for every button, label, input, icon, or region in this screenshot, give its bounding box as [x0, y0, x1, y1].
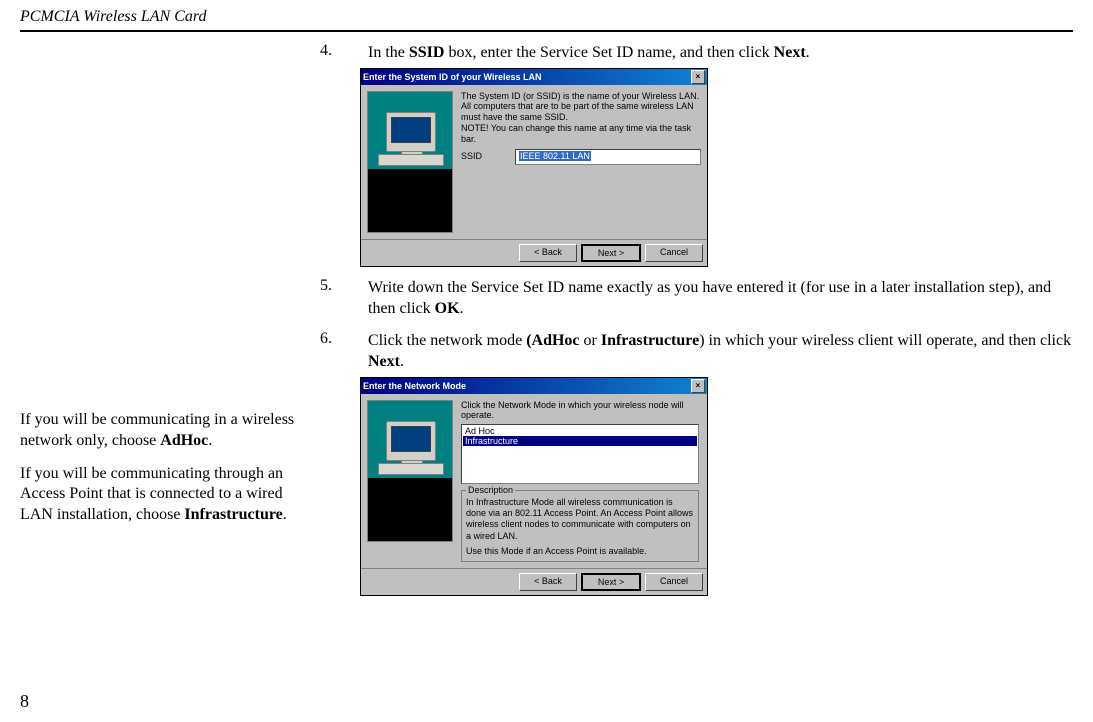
ssid-row: SSID IEEE 802.11 LAN: [461, 149, 701, 165]
dialog-footer: < Back Next > Cancel: [361, 568, 707, 595]
dialog-text: Click the Network Mode in which your wir…: [461, 400, 699, 420]
dialog-right: Click the Network Mode in which your wir…: [461, 400, 701, 562]
base-icon: [378, 463, 444, 475]
ssid-label: SSID: [461, 151, 515, 162]
description-label: Description: [466, 485, 515, 496]
step-6: 6. Click the network mode (AdHoc or Infr…: [320, 330, 1073, 373]
step-5: 5. Write down the Service Set ID name ex…: [320, 277, 1073, 320]
titlebar: Enter the Network Mode ×: [361, 378, 707, 394]
cancel-button[interactable]: Cancel: [645, 573, 703, 591]
dialog-title: Enter the System ID of your Wireless LAN: [363, 72, 691, 82]
dialog-footer: < Back Next > Cancel: [361, 239, 707, 266]
back-button[interactable]: < Back: [519, 573, 577, 591]
dialog-right: The System ID (or SSID) is the name of y…: [461, 91, 701, 233]
titlebar: Enter the System ID of your Wireless LAN…: [361, 69, 707, 85]
dialog-title: Enter the Network Mode: [363, 381, 691, 391]
content: If you will be communicating in a wirele…: [0, 32, 1093, 600]
note-infrastructure: If you will be communicating through an …: [20, 464, 300, 526]
main-steps: 4. In the SSID box, enter the Service Se…: [320, 32, 1073, 600]
monitor-icon: [386, 112, 436, 152]
dialog-body: Click the Network Mode in which your wir…: [361, 394, 707, 568]
next-button[interactable]: Next >: [581, 244, 641, 262]
list-item[interactable]: Infrastructure: [463, 436, 697, 446]
close-icon[interactable]: ×: [691, 70, 705, 84]
ssid-input[interactable]: IEEE 802.11 LAN: [515, 149, 701, 165]
dialog-text: The System ID (or SSID) is the name of y…: [461, 91, 701, 145]
wizard-image: [367, 400, 453, 542]
page-number: 8: [20, 691, 29, 712]
cancel-button[interactable]: Cancel: [645, 244, 703, 262]
sidebar-notes: If you will be communicating in a wirele…: [20, 32, 320, 600]
back-button[interactable]: < Back: [519, 244, 577, 262]
base-icon: [378, 154, 444, 166]
dialog-body: The System ID (or SSID) is the name of y…: [361, 85, 707, 239]
dialog-network-mode: Enter the Network Mode × Click the Netwo…: [360, 377, 708, 596]
page-header: PCMCIA Wireless LAN Card: [0, 0, 1093, 30]
monitor-icon: [386, 421, 436, 461]
note-adhoc: If you will be communicating in a wirele…: [20, 410, 300, 452]
next-button[interactable]: Next >: [581, 573, 641, 591]
description-group: Description In Infrastructure Mode all w…: [461, 490, 699, 562]
step-4: 4. In the SSID box, enter the Service Se…: [320, 42, 1073, 64]
dialog-ssid: Enter the System ID of your Wireless LAN…: [360, 68, 708, 267]
close-icon[interactable]: ×: [691, 379, 705, 393]
mode-list[interactable]: Ad Hoc Infrastructure: [461, 424, 699, 484]
list-item[interactable]: Ad Hoc: [463, 426, 697, 436]
description-text: In Infrastructure Mode all wireless comm…: [466, 497, 694, 542]
description-text2: Use this Mode if an Access Point is avai…: [466, 546, 694, 557]
wizard-image: [367, 91, 453, 233]
spacer: [20, 32, 300, 410]
